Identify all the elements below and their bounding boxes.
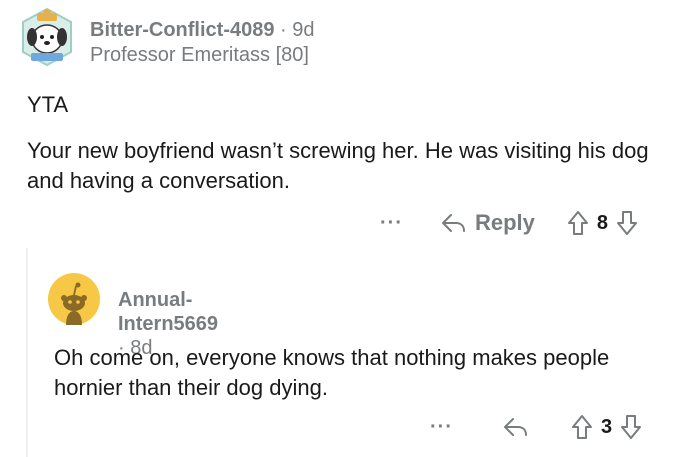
downvote-icon[interactable] <box>620 414 642 440</box>
vote-score: 3 <box>600 415 613 438</box>
dog-avatar-icon[interactable] <box>17 7 77 67</box>
reply-label: Reply <box>474 210 535 235</box>
vote-score: 8 <box>596 211 609 234</box>
user-flair: Professor Emeritass [80] <box>90 44 309 66</box>
reply-body: Oh come on, everyone knows that nothing … <box>54 345 610 400</box>
upvote-icon[interactable] <box>571 414 593 440</box>
comment-actions: ··· Reply 8 <box>380 208 638 238</box>
reply-actions: ··· 3 <box>430 412 642 442</box>
vote-controls: 3 <box>571 414 642 440</box>
more-options-button[interactable]: ··· <box>430 416 453 439</box>
comment-body: YTA Your new boyfriend wasn’t screwing h… <box>27 90 667 212</box>
meta-separator: · <box>280 19 287 41</box>
comment-paragraph: YTA <box>27 92 69 117</box>
vote-controls: 8 <box>567 210 638 236</box>
reply-arrow-icon <box>441 214 465 232</box>
more-options-button[interactable]: ··· <box>380 212 403 235</box>
reply-arrow-icon <box>503 418 527 436</box>
snoo-avatar-icon[interactable] <box>48 273 100 325</box>
downvote-icon[interactable] <box>616 210 638 236</box>
thread-line[interactable] <box>26 248 28 457</box>
comment-username[interactable]: Bitter-Conflict-4089 <box>90 19 274 41</box>
comment-age: 9d <box>292 19 315 41</box>
comment-paragraph: Your new boyfriend wasn’t screwing her. … <box>27 138 649 193</box>
reply-button[interactable] <box>503 416 529 438</box>
reply-username[interactable]: Annual-Intern5669 <box>118 289 218 335</box>
reply-button[interactable]: Reply <box>441 210 535 236</box>
upvote-icon[interactable] <box>567 210 589 236</box>
comment-meta: Bitter-Conflict-4089 · 9d <box>90 18 315 42</box>
